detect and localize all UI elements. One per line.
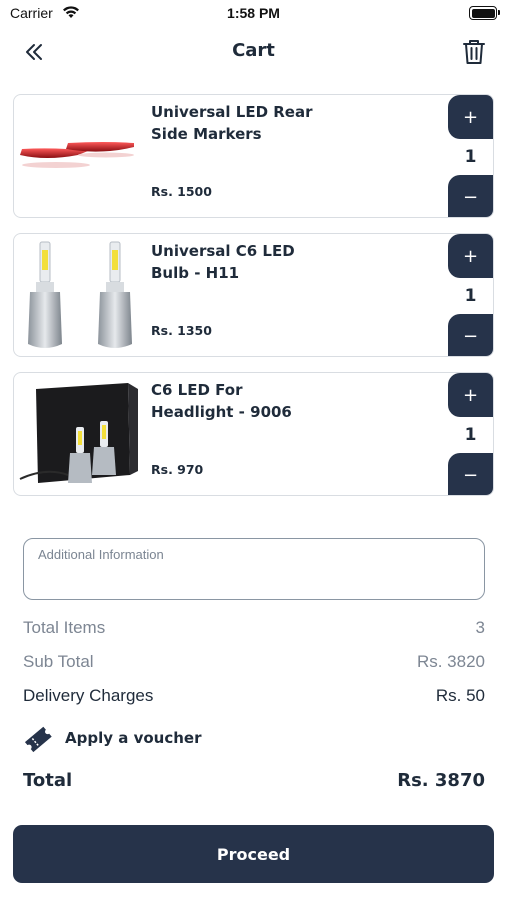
product-price: Rs. 970: [151, 462, 204, 477]
total-items-row: Total Items 3: [23, 618, 485, 642]
total-items-value: 3: [475, 618, 485, 637]
cart-item[interactable]: C6 LED For Headlight - 9006 Rs. 970 + 1 …: [13, 372, 494, 496]
delivery-charges-label: Delivery Charges: [23, 686, 154, 705]
decrease-quantity-button[interactable]: −: [448, 314, 493, 356]
page-title: Cart: [232, 40, 275, 61]
quantity-stepper: + 1 −: [448, 234, 493, 356]
quantity-value: 1: [464, 286, 477, 306]
product-image: [20, 142, 134, 168]
voucher-label: Apply a voucher: [65, 729, 202, 747]
battery-icon: [469, 6, 500, 20]
product-name: Universal C6 LED Bulb - H11: [151, 242, 295, 282]
header: Cart: [0, 30, 507, 74]
quantity-stepper: + 1 −: [448, 95, 493, 217]
product-image: [28, 241, 132, 348]
apply-voucher-button[interactable]: Apply a voucher: [23, 724, 243, 754]
product-name: C6 LED For Headlight - 9006: [151, 381, 292, 421]
delivery-charges-value: Rs. 50: [435, 686, 485, 705]
cart-item[interactable]: Universal LED Rear Side Markers Rs. 1500…: [13, 94, 494, 218]
additional-information-input[interactable]: Additional Information: [23, 538, 485, 600]
ticket-icon: [24, 726, 52, 753]
product-price: Rs. 1500: [151, 184, 212, 199]
proceed-button[interactable]: Proceed: [13, 825, 494, 883]
sub-total-row: Sub Total Rs. 3820: [23, 652, 485, 676]
quantity-value: 1: [464, 425, 477, 445]
decrease-quantity-button[interactable]: −: [448, 453, 493, 495]
status-bar: Carrier 1:58 PM: [0, 0, 507, 28]
total-value: Rs. 3870: [397, 770, 485, 791]
increase-quantity-button[interactable]: +: [448, 373, 493, 417]
clock-time: 1:58 PM: [227, 5, 280, 21]
product-image: [19, 383, 138, 483]
trash-icon: [463, 40, 485, 64]
total-label: Total: [23, 770, 73, 791]
total-row: Total Rs. 3870: [23, 770, 485, 796]
quantity-value: 1: [464, 147, 477, 167]
decrease-quantity-button[interactable]: −: [448, 175, 493, 217]
cart-item[interactable]: Universal C6 LED Bulb - H11 Rs. 1350 + 1…: [13, 233, 494, 357]
quantity-stepper: + 1 −: [448, 373, 493, 495]
total-items-label: Total Items: [23, 618, 106, 637]
sub-total-value: Rs. 3820: [416, 652, 485, 671]
delivery-charges-row: Delivery Charges Rs. 50: [23, 686, 485, 710]
increase-quantity-button[interactable]: +: [448, 234, 493, 278]
product-price: Rs. 1350: [151, 323, 212, 338]
sub-total-label: Sub Total: [23, 652, 94, 671]
increase-quantity-button[interactable]: +: [448, 95, 493, 139]
clear-cart-button[interactable]: [461, 38, 487, 66]
product-name: Universal LED Rear Side Markers: [151, 103, 313, 143]
